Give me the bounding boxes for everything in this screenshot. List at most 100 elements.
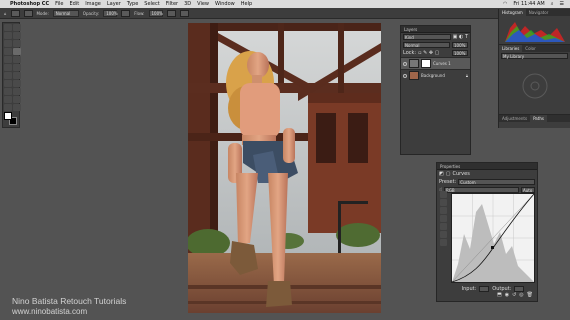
layer-filter-kind[interactable]: Kind: [403, 34, 451, 40]
clipping-warning-icon[interactable]: [440, 239, 447, 246]
document-canvas[interactable]: [188, 23, 381, 313]
tab-libraries[interactable]: Libraries: [499, 45, 523, 52]
curves-icon: ◩: [439, 171, 444, 177]
properties-title[interactable]: Properties: [437, 163, 537, 170]
input-field[interactable]: [479, 286, 490, 292]
lock-icon: 🔒︎: [465, 73, 468, 78]
draw-curve-icon[interactable]: [440, 199, 447, 206]
tab-paths[interactable]: Paths: [530, 115, 547, 122]
home-icon[interactable]: ⌂: [4, 11, 7, 16]
blur-tool-icon[interactable]: [4, 72, 12, 79]
opacity-field[interactable]: 100%: [103, 9, 118, 17]
layers-panel: Layers Kind ▣ ◐ T Normal 100% Lock: ▫ ✎ …: [400, 25, 471, 155]
menu-layer[interactable]: Layer: [107, 1, 121, 7]
layers-panel-title[interactable]: Layers: [401, 26, 470, 33]
mask-icon[interactable]: ▢: [446, 171, 451, 177]
extra-tools-icon[interactable]: [13, 104, 21, 111]
clone-stamp-tool-icon[interactable]: [4, 56, 12, 63]
menu-3d[interactable]: 3D: [184, 1, 191, 7]
input-label: Input:: [461, 286, 477, 292]
layer-opacity-field[interactable]: 100%: [452, 42, 468, 48]
wifi-icon[interactable]: ◠: [503, 1, 507, 7]
view-previous-icon[interactable]: ◉: [505, 292, 509, 298]
type-tool-icon[interactable]: [13, 80, 21, 87]
blend-mode-select[interactable]: Normal: [403, 42, 450, 48]
library-select[interactable]: My Library: [501, 53, 568, 59]
shape-tool-icon[interactable]: [13, 88, 21, 95]
airbrush-icon[interactable]: [166, 9, 176, 17]
menu-image[interactable]: Image: [85, 1, 101, 7]
zoom-tool-icon[interactable]: [13, 96, 21, 103]
layer-name[interactable]: Curves 1: [433, 61, 451, 66]
trash-icon[interactable]: 🗑︎: [527, 292, 533, 298]
clock[interactable]: Fri 11:44 AM: [513, 1, 544, 7]
pressure-opacity-icon[interactable]: [121, 9, 131, 17]
brush-panel-toggle[interactable]: [23, 9, 33, 17]
layer-row-curves[interactable]: Curves 1: [401, 57, 470, 69]
black-eyedropper-icon[interactable]: [440, 207, 447, 214]
lock-icons[interactable]: ▫ ✎ ✥ ▢: [418, 50, 439, 56]
hand-tool-icon[interactable]: [4, 96, 12, 103]
menu-select[interactable]: Select: [144, 1, 159, 7]
clip-to-layer-icon[interactable]: ⬒: [497, 292, 502, 298]
menu-filter[interactable]: Filter: [166, 1, 178, 7]
layer-thumbnail: [409, 71, 419, 80]
lasso-tool-icon[interactable]: [4, 32, 12, 39]
foreground-color-swatch[interactable]: [4, 112, 12, 120]
edit-points-icon[interactable]: [440, 191, 447, 198]
adjustments-panel: Adjustments Paths: [498, 114, 570, 128]
layer-mask-thumbnail[interactable]: [421, 59, 431, 68]
gradient-tool-icon[interactable]: [13, 64, 21, 71]
tab-adjustments[interactable]: Adjustments: [499, 115, 530, 122]
menu-edit[interactable]: Edit: [70, 1, 80, 7]
histogram-panel: Histogram Navigator: [498, 9, 570, 44]
menu-help[interactable]: Help: [241, 1, 252, 7]
path-select-tool-icon[interactable]: [4, 88, 12, 95]
healing-tool-icon[interactable]: [4, 48, 12, 55]
quick-select-tool-icon[interactable]: [13, 32, 21, 39]
visibility-icon[interactable]: ◎: [519, 292, 523, 298]
layer-row-background[interactable]: Background 🔒︎: [401, 69, 470, 81]
flow-field[interactable]: 100%: [148, 9, 163, 17]
visibility-eye-icon[interactable]: [403, 73, 407, 78]
crop-tool-icon[interactable]: [4, 40, 12, 47]
dodge-tool-icon[interactable]: [13, 72, 21, 79]
tab-histogram[interactable]: Histogram: [499, 9, 526, 16]
move-tool-icon[interactable]: [4, 24, 12, 31]
reset-icon[interactable]: ↺: [512, 292, 516, 298]
eraser-tool-icon[interactable]: [4, 64, 12, 71]
smooth-curve-icon[interactable]: [440, 231, 447, 238]
menu-status-area: ◠ Fri 11:44 AM ⌕ ☰: [503, 1, 570, 7]
layer-name[interactable]: Background: [421, 73, 445, 78]
tab-color[interactable]: Color: [522, 45, 538, 52]
filter-icons[interactable]: ▣ ◐ T: [453, 34, 468, 40]
mode-select[interactable]: Normal: [52, 9, 79, 17]
marquee-tool-icon[interactable]: [13, 24, 21, 31]
color-swatches[interactable]: [4, 112, 18, 126]
pen-tool-icon[interactable]: [4, 80, 12, 87]
menu-window[interactable]: Window: [215, 1, 235, 7]
menu-app-name[interactable]: Photoshop CC: [10, 1, 49, 7]
menu-type[interactable]: Type: [127, 1, 138, 7]
tab-navigator[interactable]: Navigator: [526, 9, 552, 16]
list-icon[interactable]: ☰: [560, 1, 564, 7]
white-eyedropper-icon[interactable]: [440, 223, 447, 230]
search-icon[interactable]: ⌕: [551, 1, 554, 7]
library-empty-graphic: [522, 73, 548, 99]
menu-view[interactable]: View: [197, 1, 209, 7]
edit-toolbar-icon[interactable]: [4, 104, 12, 111]
preset-label: Preset:: [439, 179, 457, 185]
gray-eyedropper-icon[interactable]: [440, 215, 447, 222]
brush-tool-icon[interactable]: [13, 48, 21, 55]
menu-file[interactable]: File: [55, 1, 63, 7]
history-brush-tool-icon[interactable]: [13, 56, 21, 63]
brush-preset-picker[interactable]: [10, 9, 20, 17]
options-bar: ⌂ Mode: Normal Opacity: 100% Flow: 100%: [0, 8, 570, 19]
eyedropper-tool-icon[interactable]: [13, 40, 21, 47]
curves-graph[interactable]: [451, 193, 535, 283]
flow-label: Flow:: [134, 10, 145, 16]
layer-fill-field[interactable]: 100%: [452, 50, 468, 56]
preset-select[interactable]: Custom: [458, 179, 535, 185]
visibility-eye-icon[interactable]: [403, 61, 407, 66]
pressure-size-icon[interactable]: [179, 9, 189, 17]
